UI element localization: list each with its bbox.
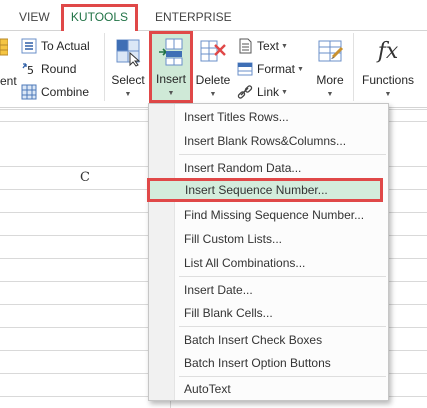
insert-label: Insert: [155, 72, 186, 86]
chevron-down-icon: ▼: [281, 42, 288, 50]
to-actual-button[interactable]: To Actual: [21, 36, 90, 56]
chevron-down-icon: ▼: [209, 91, 217, 98]
menu-item-insert-blank-rows-columns[interactable]: Insert Blank Rows&Columns...: [150, 130, 387, 152]
menu-item-autotext[interactable]: AutoText: [150, 378, 387, 400]
menu-item-find-missing-sequence-number[interactable]: Find Missing Sequence Number...: [150, 204, 387, 226]
chevron-down-icon: ▼: [167, 90, 175, 97]
chevron-down-icon: ▼: [297, 65, 304, 73]
column-header-c[interactable]: C: [0, 167, 170, 189]
chevron-down-icon: ▼: [281, 88, 288, 96]
ribbon-separator: [353, 33, 354, 101]
menu-item-insert-date[interactable]: Insert Date...: [150, 279, 387, 301]
functions-icon: fx: [377, 39, 399, 64]
more-icon: [315, 37, 345, 67]
menu-item-fill-custom-lists[interactable]: Fill Custom Lists...: [150, 228, 387, 250]
chevron-down-icon: ▼: [384, 91, 392, 98]
round-label: Round: [41, 62, 77, 76]
combine-label: Combine: [41, 85, 90, 99]
link-icon: [237, 84, 253, 100]
more-label: More: [316, 73, 344, 87]
insert-button[interactable]: Insert ▼: [149, 31, 193, 103]
menu-separator: [179, 376, 386, 377]
menu-item-batch-insert-check-boxes[interactable]: Batch Insert Check Boxes: [150, 329, 387, 351]
menu-item-list-all-combinations[interactable]: List All Combinations...: [150, 252, 387, 274]
select-button[interactable]: Select ▼: [108, 33, 148, 100]
ribbon-separator: [104, 33, 105, 101]
functions-button[interactable]: fx Functions ▼: [357, 33, 419, 100]
functions-label: Functions: [361, 73, 415, 87]
partial-group-label[interactable]: ent: [0, 71, 17, 91]
menu-separator: [179, 326, 386, 327]
delete-button[interactable]: Delete ▼: [193, 33, 233, 100]
delete-icon: [198, 37, 228, 67]
text-button[interactable]: Text ▼: [237, 36, 288, 56]
to-actual-label: To Actual: [41, 39, 90, 53]
select-label: Select: [111, 73, 145, 87]
menu-separator: [179, 154, 386, 155]
combine-icon: [21, 84, 37, 100]
select-icon: [113, 37, 143, 67]
tab-view[interactable]: VIEW: [19, 7, 50, 27]
chevron-down-icon: ▼: [124, 91, 132, 98]
text-icon: [237, 38, 253, 54]
tab-enterprise[interactable]: ENTERPRISE: [155, 7, 232, 27]
menu-item-insert-titles-rows[interactable]: Insert Titles Rows...: [150, 106, 387, 128]
format-label: Format: [257, 62, 296, 76]
more-button[interactable]: More ▼: [309, 33, 351, 100]
insert-icon: [156, 37, 186, 67]
partial-grid-icon: [0, 37, 9, 57]
svg-text:5: 5: [27, 64, 34, 77]
menu-separator: [179, 276, 386, 277]
menu-item-fill-blank-cells[interactable]: Fill Blank Cells...: [150, 302, 387, 324]
tab-kutools[interactable]: KUTOOLS: [61, 4, 138, 31]
insert-dropdown-menu: Insert Titles Rows... Insert Blank Rows&…: [147, 103, 389, 401]
round-icon: 5: [21, 61, 37, 77]
to-actual-icon: [21, 38, 37, 54]
menu-item-batch-insert-option-buttons[interactable]: Batch Insert Option Buttons: [150, 352, 387, 374]
round-button[interactable]: 5 Round: [21, 59, 76, 79]
link-button[interactable]: Link ▼: [237, 82, 288, 102]
delete-label: Delete: [195, 73, 231, 87]
link-label: Link: [257, 85, 280, 99]
combine-button[interactable]: Combine: [21, 82, 89, 102]
text-label: Text: [257, 39, 280, 53]
menu-item-insert-sequence-number[interactable]: Insert Sequence Number...: [147, 178, 383, 202]
chevron-down-icon: ▼: [326, 91, 334, 98]
format-button[interactable]: Format ▼: [237, 59, 304, 79]
menu-item-insert-random-data[interactable]: Insert Random Data...: [150, 157, 387, 179]
format-icon: [237, 61, 253, 77]
ribbon-tab-row: VIEW KUTOOLS ENTERPRISE: [0, 0, 427, 31]
